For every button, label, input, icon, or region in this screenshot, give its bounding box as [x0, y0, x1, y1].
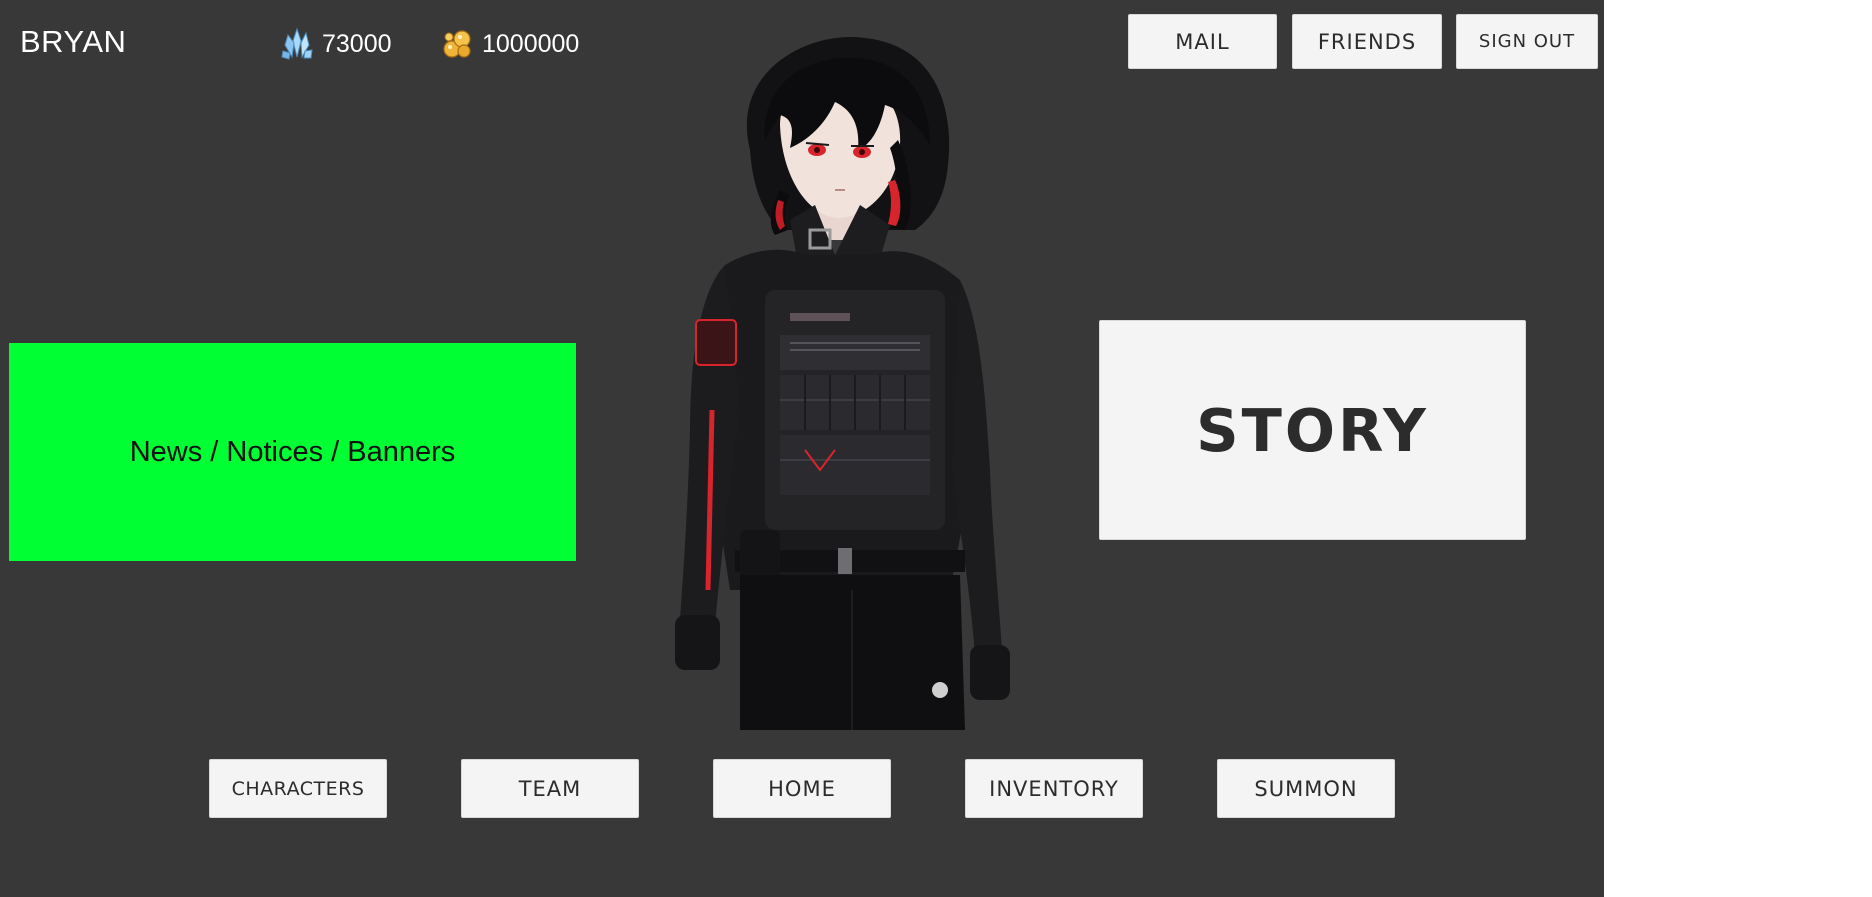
crystal-icon — [280, 27, 314, 61]
story-button[interactable]: STORY — [1099, 320, 1526, 540]
news-banner-panel[interactable]: News / Notices / Banners — [9, 343, 576, 561]
character-illustration — [675, 36, 1010, 730]
player-name: BRYAN — [20, 24, 127, 59]
nav-team-button[interactable]: TEAM — [461, 759, 639, 818]
gold-nugget-icon — [440, 27, 474, 61]
game-screen: BRYAN 73000 1000000 MAIL FRIENDS SIGN OU… — [0, 0, 1604, 897]
gold-currency: 1000000 — [440, 26, 579, 62]
gem-currency: 73000 — [280, 26, 392, 62]
nav-home-button[interactable]: HOME — [713, 759, 891, 818]
mail-button[interactable]: MAIL — [1128, 14, 1277, 69]
gem-count: 73000 — [322, 29, 392, 58]
nav-inventory-button[interactable]: INVENTORY — [965, 759, 1143, 818]
gold-count: 1000000 — [482, 29, 580, 58]
nav-summon-button[interactable]: SUMMON — [1217, 759, 1395, 818]
news-banner-label: News / Notices / Banners — [129, 435, 456, 468]
friends-button[interactable]: FRIENDS — [1292, 14, 1442, 69]
sign-out-button[interactable]: SIGN OUT — [1456, 14, 1598, 69]
nav-characters-button[interactable]: CHARACTERS — [209, 759, 387, 818]
